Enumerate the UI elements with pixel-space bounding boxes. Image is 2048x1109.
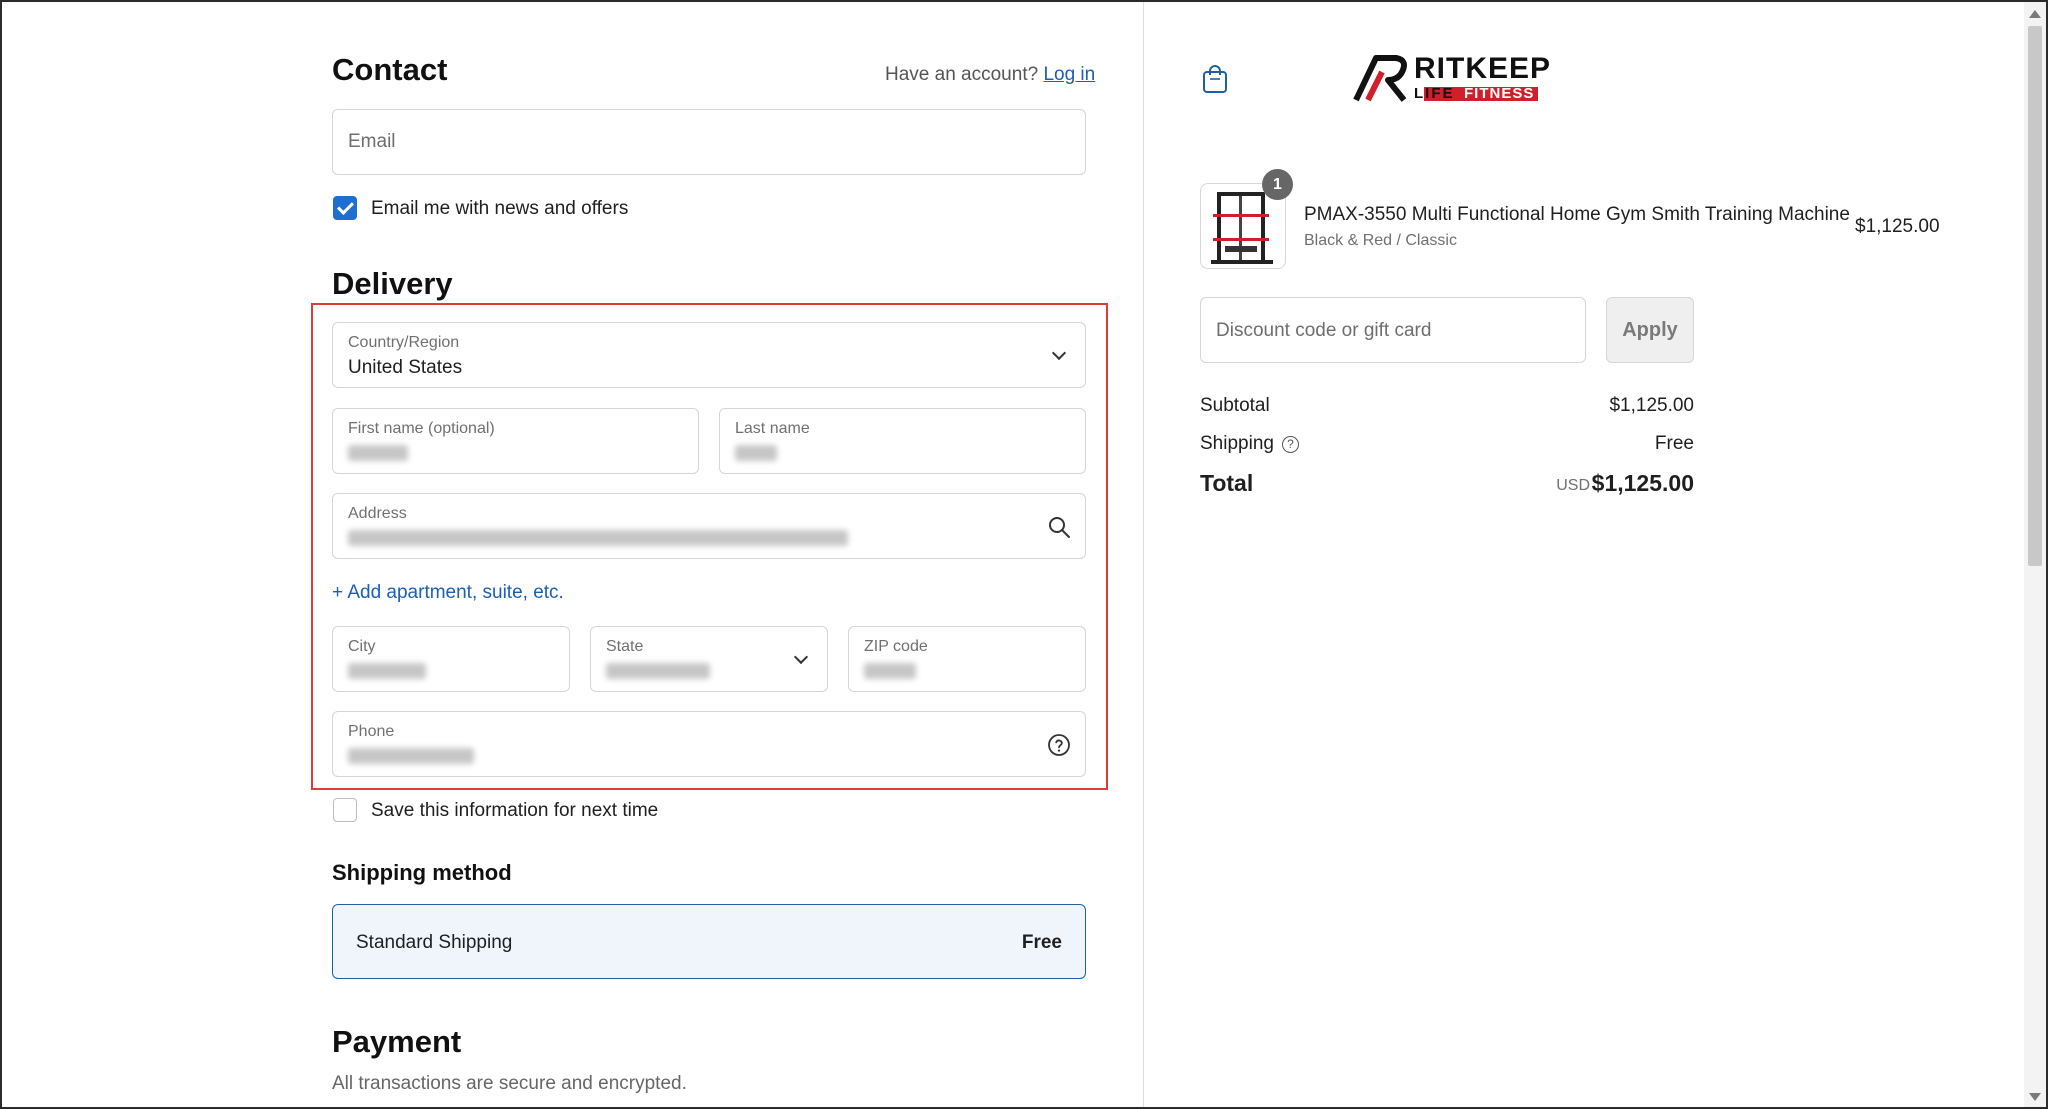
state-redacted (606, 663, 710, 679)
product-price: $1,125.00 (1855, 216, 1940, 237)
shipping-option-standard[interactable]: Standard Shipping Free (332, 904, 1086, 979)
product-variant: Black & Red / Classic (1304, 232, 1457, 249)
scroll-down-arrow-icon[interactable] (2029, 1093, 2041, 1101)
total-value: $1,125.00 (1591, 470, 1694, 496)
subtotal-label: Subtotal (1200, 395, 1270, 416)
chevron-down-icon (1051, 345, 1067, 361)
quantity-badge: 1 (1262, 169, 1293, 200)
total-row: Total USD $1,125.00 (1200, 470, 1694, 497)
help-circle-icon[interactable]: ? (1281, 436, 1299, 453)
logo-life: LIFE (1414, 85, 1455, 102)
state-label: State (606, 638, 644, 655)
last-name-label: Last name (735, 420, 810, 437)
payment-note: All transactions are secure and encrypte… (332, 1073, 687, 1094)
state-select[interactable]: State (590, 626, 828, 692)
address-field[interactable]: Address (332, 493, 1086, 559)
delivery-heading: Delivery (332, 266, 453, 301)
shipping-value: Free (1654, 433, 1694, 454)
zip-field[interactable]: ZIP code (848, 626, 1086, 692)
zip-label: ZIP code (864, 638, 928, 655)
logo-fitness: FITNESS (1464, 85, 1535, 102)
last-name-field[interactable]: Last name (719, 408, 1086, 474)
shipping-option-price: Free (1021, 932, 1062, 953)
have-account-text: Have an account? (885, 64, 1039, 85)
zip-redacted (864, 663, 916, 679)
last-name-redacted (735, 445, 777, 461)
city-field[interactable]: City (332, 626, 570, 692)
first-name-label: First name (optional) (348, 420, 495, 437)
city-redacted (348, 663, 426, 679)
country-label: Country/Region (348, 334, 460, 351)
address-redacted (348, 530, 848, 546)
apply-button[interactable]: Apply (1606, 297, 1694, 363)
save-info-label: Save this information for next time (371, 800, 659, 821)
shipping-method-heading: Shipping method (332, 860, 512, 885)
email-placeholder: Email (348, 131, 396, 152)
contact-heading: Contact (332, 52, 448, 87)
discount-input[interactable]: Discount code or gift card (1200, 297, 1586, 363)
first-name-field[interactable]: First name (optional) (332, 408, 699, 474)
discount-placeholder: Discount code or gift card (1216, 320, 1432, 341)
brand-logo[interactable]: RITKEEP LIFE FITNESS (1352, 52, 1552, 109)
shopping-bag-icon[interactable] (1202, 64, 1228, 94)
search-icon[interactable] (1047, 515, 1071, 539)
payment-heading: Payment (332, 1024, 462, 1059)
shipping-option-name: Standard Shipping (356, 932, 513, 953)
logo-wordmark: RITKEEP (1414, 52, 1552, 85)
login-link[interactable]: Log in (1043, 64, 1095, 85)
phone-redacted (348, 748, 474, 764)
country-value: United States (348, 357, 463, 378)
add-apartment-link[interactable]: + Add apartment, suite, etc. (332, 582, 564, 604)
total-label: Total (1200, 470, 1254, 496)
help-circle-icon[interactable] (1047, 733, 1071, 757)
country-select[interactable]: Country/Region United States (332, 322, 1086, 388)
scrollbar[interactable] (2024, 2, 2046, 1107)
login-prompt: Have an account? Log in (885, 64, 1095, 86)
city-label: City (348, 638, 376, 655)
phone-label: Phone (348, 723, 395, 740)
address-label: Address (348, 505, 407, 522)
first-name-redacted (348, 445, 408, 461)
chevron-down-icon (793, 649, 809, 665)
phone-field[interactable]: Phone (332, 711, 1086, 777)
total-currency: USD (1556, 477, 1590, 494)
scroll-thumb[interactable] (2028, 26, 2042, 566)
subtotal-value: $1,125.00 (1609, 395, 1694, 416)
news-checkbox-label: Email me with news and offers (371, 198, 629, 219)
product-name: PMAX-3550 Multi Functional Home Gym Smit… (1304, 204, 1850, 225)
shipping-label: Shipping (1200, 433, 1274, 454)
column-divider (1143, 2, 1144, 1107)
subtotal-row: Subtotal $1,125.00 (1200, 395, 1694, 417)
news-checkbox[interactable] (333, 196, 357, 220)
email-field[interactable]: Email (332, 109, 1086, 175)
save-info-checkbox[interactable] (333, 798, 357, 822)
scroll-up-arrow-icon[interactable] (2029, 10, 2041, 18)
shipping-row: Shipping? Free (1200, 433, 1694, 455)
